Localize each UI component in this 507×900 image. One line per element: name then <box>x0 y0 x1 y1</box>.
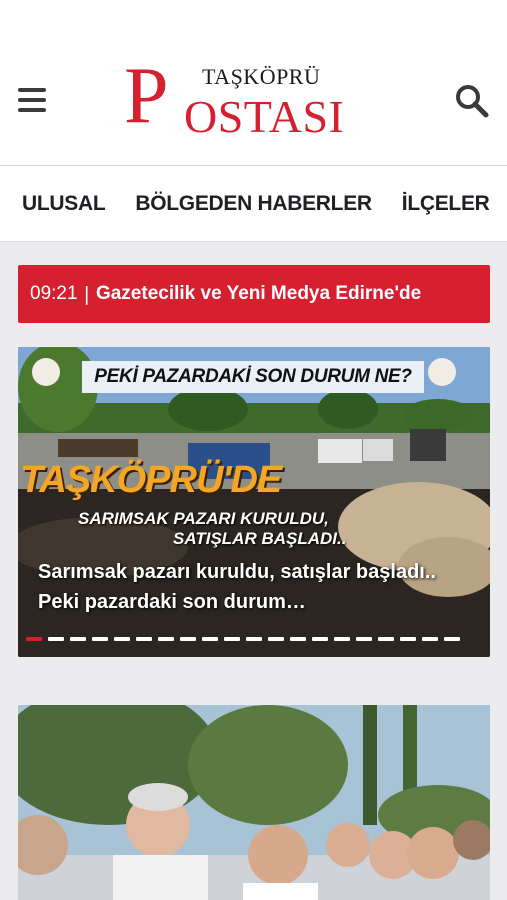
ticker-headline: Gazetecilik ve Yeni Medya Edirne'de <box>95 283 422 304</box>
slider-dot[interactable] <box>356 637 372 641</box>
logo-top-text: TAŞKÖPRÜ <box>202 64 321 89</box>
slider-dot[interactable] <box>26 637 42 641</box>
slide-image-subtitle-1: SARIMSAK PAZARI KURULDU, <box>78 509 329 528</box>
slider-dot[interactable] <box>114 637 130 641</box>
hamburger-menu-icon[interactable] <box>18 88 46 112</box>
news-card-photo <box>18 705 490 900</box>
logo-main-letter: P <box>124 52 169 140</box>
category-nav: ULUSAL BÖLGEDEN HABERLER İLÇELER <box>0 166 507 242</box>
slider-dot[interactable] <box>158 637 174 641</box>
status-bar <box>0 0 507 40</box>
slider-dot[interactable] <box>180 637 196 641</box>
ticker-time: 09:21 <box>30 283 78 304</box>
ticker-separator: | <box>83 283 90 305</box>
slider-dot[interactable] <box>400 637 416 641</box>
headline-slider[interactable]: PEKİ PAZARDAKİ SON DURUM NE? TAŞKÖPRÜ'DE… <box>18 347 490 657</box>
slider-dot[interactable] <box>378 637 394 641</box>
breaking-news-ticker[interactable]: 09:21 | Gazetecilik ve Yeni Medya Edirne… <box>18 265 490 323</box>
nav-item-ilceler[interactable]: İLÇELER <box>402 192 490 216</box>
slider-dot[interactable] <box>422 637 438 641</box>
slider-dot[interactable] <box>48 637 64 641</box>
logo-main-text: OSTASI <box>184 91 345 142</box>
search-icon[interactable] <box>455 84 489 118</box>
slider-dot[interactable] <box>312 637 328 641</box>
slider-dot[interactable] <box>224 637 240 641</box>
slider-dot[interactable] <box>444 637 460 641</box>
slider-dot[interactable] <box>136 637 152 641</box>
slider-pagination <box>26 637 460 641</box>
nav-item-bolgeden-haberler[interactable]: BÖLGEDEN HABERLER <box>135 192 372 216</box>
slide-image-brand: TAŞKÖPRÜ'DE <box>20 459 282 501</box>
slider-dot[interactable] <box>202 637 218 641</box>
slide-image-subtitle-2: SATIŞLAR BAŞLADI.. <box>173 529 347 548</box>
slider-dot[interactable] <box>92 637 108 641</box>
slide-image-banner: PEKİ PAZARDAKİ SON DURUM NE? <box>82 361 424 393</box>
slider-dot[interactable] <box>290 637 306 641</box>
news-card-image[interactable] <box>18 705 490 900</box>
slider-dot[interactable] <box>268 637 284 641</box>
slide-caption[interactable]: Sarımsak pazarı kuruldu, satışlar başlad… <box>38 557 478 617</box>
site-header: P TAŞKÖPRÜ OSTASI <box>0 40 507 166</box>
site-logo[interactable]: P TAŞKÖPRÜ OSTASI <box>124 56 346 146</box>
slider-dot[interactable] <box>246 637 262 641</box>
slider-dot[interactable] <box>70 637 86 641</box>
slider-dot[interactable] <box>334 637 350 641</box>
nav-item-ulusal[interactable]: ULUSAL <box>22 192 106 216</box>
